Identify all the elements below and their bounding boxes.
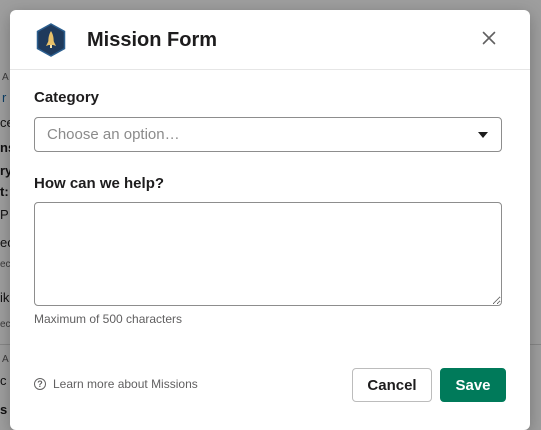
close-icon — [482, 31, 496, 50]
modal-title: Mission Form — [87, 29, 218, 51]
help-label: How can we help? — [34, 175, 165, 192]
cancel-button[interactable]: Cancel — [352, 368, 432, 402]
category-label: Category — [34, 89, 100, 106]
caret-down-icon — [478, 132, 488, 138]
help-textarea[interactable] — [34, 202, 502, 306]
help-hint: Maximum of 500 characters — [34, 312, 183, 326]
rocket-hexagon-icon — [36, 23, 66, 57]
category-placeholder: Choose an option… — [47, 126, 180, 143]
mission-form-dialog: Mission Form Category Choose an option… … — [10, 10, 530, 430]
learn-more-link[interactable]: ? Learn more about Missions — [34, 376, 198, 392]
save-button[interactable]: Save — [440, 368, 506, 402]
question-circle-icon: ? — [34, 378, 46, 390]
learn-more-text: Learn more about Missions — [53, 377, 198, 391]
modal-header: Mission Form — [10, 10, 530, 70]
category-select[interactable]: Choose an option… — [34, 117, 502, 152]
close-button[interactable] — [478, 29, 500, 51]
